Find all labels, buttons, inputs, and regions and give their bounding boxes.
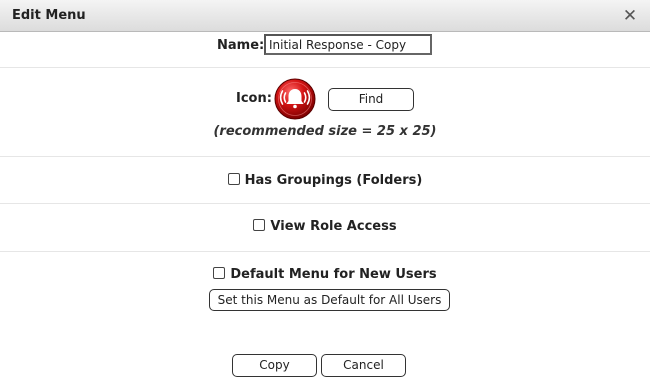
has-groupings-checkbox[interactable] [227, 173, 240, 185]
name-row: Name: [0, 33, 650, 57]
close-icon[interactable]: ✕ [622, 7, 638, 25]
edit-menu-dialog: Edit Menu ✕ Name: Icon: [0, 0, 650, 383]
view-role-access-checkbox[interactable] [253, 219, 266, 231]
dialog-title: Edit Menu [12, 8, 86, 23]
name-label: Name: [217, 38, 265, 53]
alarm-bell-icon [274, 78, 316, 120]
has-groupings-row: Has Groupings (Folders) [0, 173, 650, 188]
default-menu-row: Default Menu for New Users [0, 267, 650, 282]
view-role-access-label: View Role Access [270, 219, 397, 234]
dialog-titlebar: Edit Menu ✕ [0, 0, 650, 32]
divider [0, 156, 650, 157]
default-menu-checkbox[interactable] [213, 267, 226, 279]
divider [0, 203, 650, 204]
set-default-all-users-button[interactable]: Set this Menu as Default for All Users [209, 289, 450, 311]
divider [0, 67, 650, 68]
name-input[interactable] [264, 34, 432, 55]
has-groupings-label: Has Groupings (Folders) [244, 173, 423, 188]
default-menu-label: Default Menu for New Users [230, 267, 437, 282]
icon-label: Icon: [236, 91, 272, 106]
copy-button[interactable]: Copy [232, 354, 317, 377]
divider [0, 251, 650, 252]
view-role-access-row: View Role Access [0, 219, 650, 234]
cancel-button[interactable]: Cancel [321, 354, 406, 377]
recommended-size-note: (recommended size = 25 x 25) [213, 124, 437, 139]
find-icon-button[interactable]: Find [328, 88, 414, 111]
